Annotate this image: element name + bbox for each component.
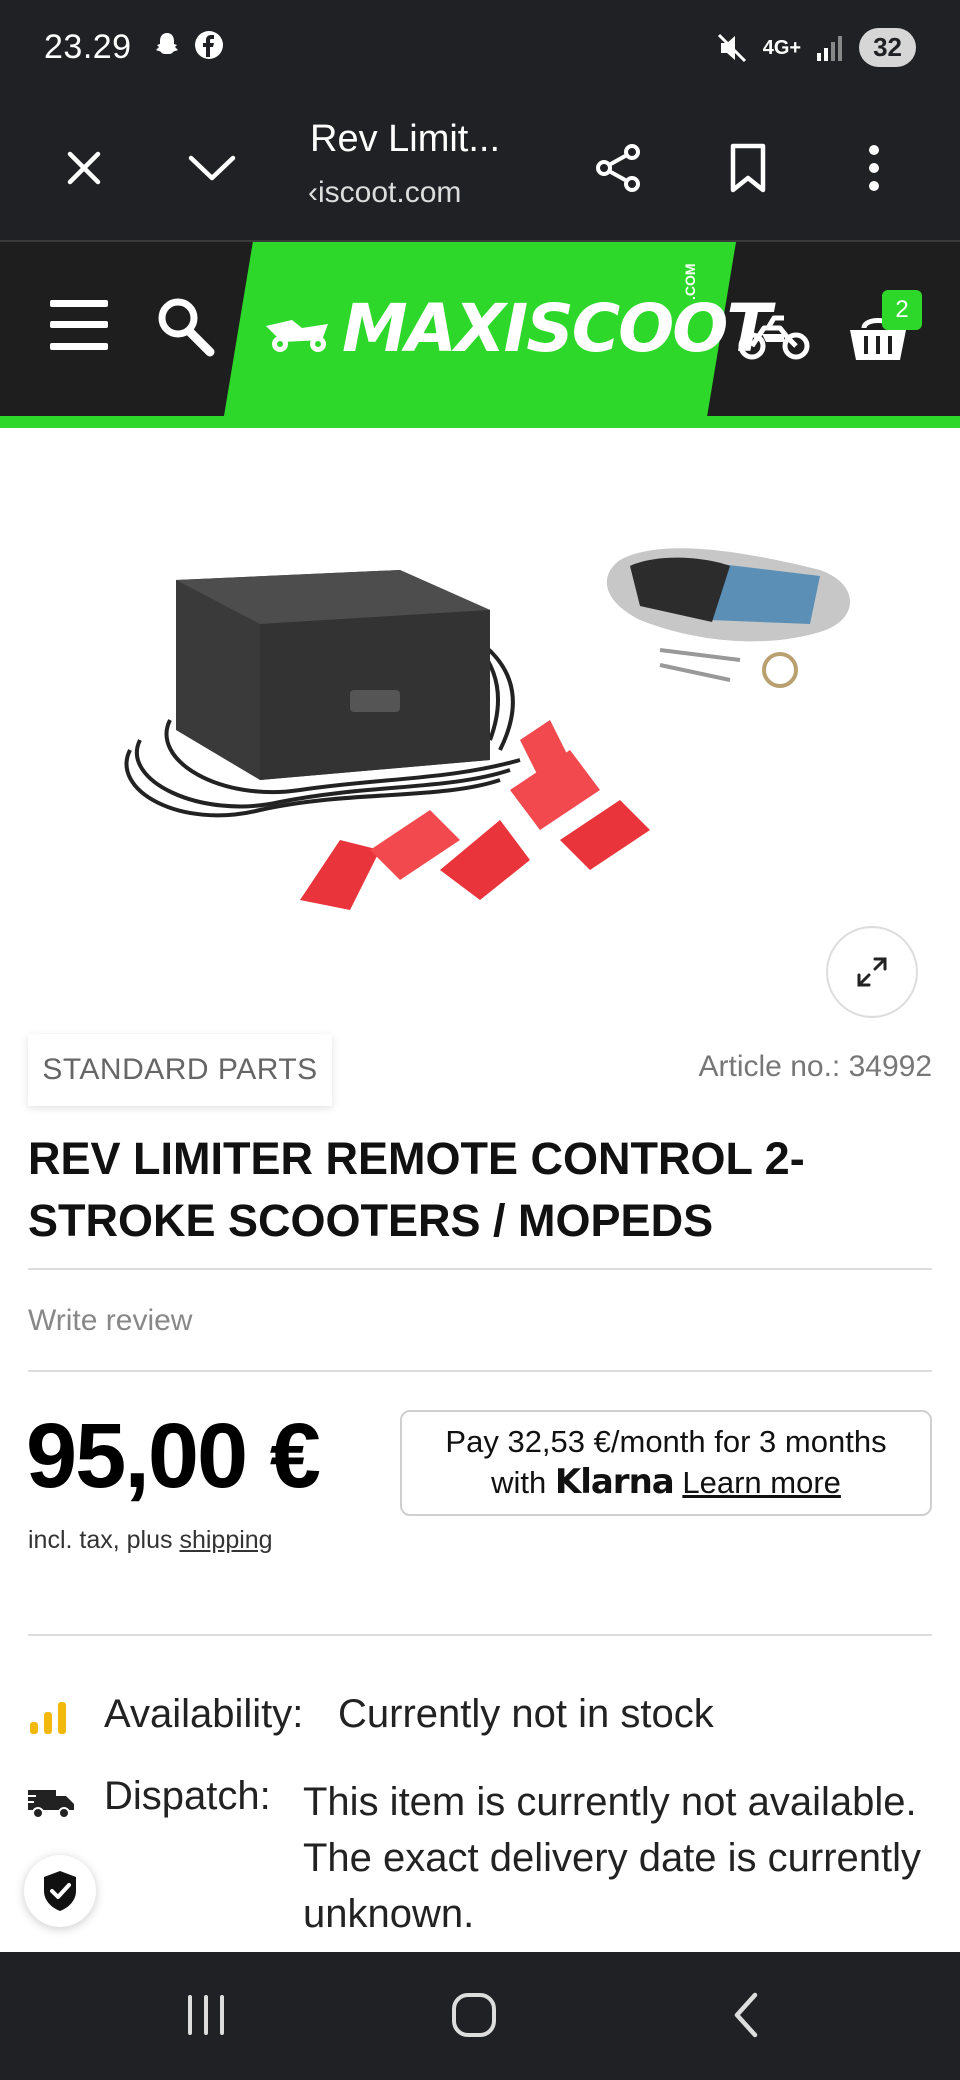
battery-level: 32 [859,28,916,67]
article-number: Article no.: 34992 [698,1050,932,1083]
home-button[interactable] [434,1982,514,2048]
system-navigation-bar [0,1952,960,2080]
klarna-offer-text: Pay 32,53 €/month for 3 months [445,1424,887,1459]
logo-suffix: .COM [682,263,698,300]
search-icon [158,298,215,357]
browser-toolbar: Rev Limit... ‹iscoot.com [0,96,960,242]
divider [28,1370,932,1372]
category-tag[interactable]: STANDARD PARTS [28,1034,332,1106]
dispatch-label: Dispatch: [104,1774,271,1818]
network-type: 4G+ [762,36,802,59]
availability-row [28,1692,70,1736]
klarna-learn-more-link[interactable]: Learn more [682,1465,841,1500]
bookmark-icon [730,143,766,193]
expand-icon [857,957,887,987]
write-review-link[interactable]: Write review [28,1304,192,1338]
status-time: 23.29 [44,28,132,66]
product-image[interactable] [100,540,880,970]
share-button[interactable] [586,136,650,200]
tab-title: Rev Limit... [310,118,501,160]
search-button[interactable] [156,296,216,363]
share-icon [596,144,640,192]
signal-icon [817,35,843,61]
menu-button[interactable] [48,298,110,357]
snapchat-icon [156,33,178,54]
tax-note: incl. tax, plus shipping [28,1526,273,1555]
dispatch-value: This item is currently not available. Th… [303,1780,922,1936]
divider [28,1634,932,1636]
home-icon [452,1993,496,2037]
chevron-down-icon [188,155,236,181]
more-options-button[interactable] [842,136,906,200]
shield-check-icon [44,1871,76,1911]
back-icon [734,1992,758,2038]
product-title: REV LIMITER REMOTE CONTROL 2-STROKE SCOO… [28,1133,805,1246]
recent-apps-button[interactable] [166,1982,246,2048]
mute-icon [717,33,746,62]
back-button[interactable] [706,1982,786,2048]
close-tab-button[interactable] [52,136,116,200]
trusted-shop-badge[interactable] [24,1855,96,1927]
bookmark-button[interactable] [716,136,780,200]
klarna-logo: Klarna [554,1462,675,1502]
minimize-button[interactable] [180,136,244,200]
availability-bars-icon [30,1702,66,1734]
more-vert-icon [869,145,879,191]
tab-url: ‹iscoot.com [308,176,462,209]
site-logo[interactable]: MAXISCOOT [342,290,771,367]
recent-apps-icon [188,1995,224,2035]
hamburger-icon [50,300,108,350]
status-bar: 23.29 4G+ 32 [0,0,960,96]
klarna-financing-box: Pay 32,53 €/month for 3 months with Klar… [400,1410,932,1516]
vehicle-select-button[interactable] [738,312,810,365]
delivery-truck-icon [26,1790,74,1819]
availability-value: Currently not in stock [338,1692,714,1736]
status-system-icons: 4G+ 32 [715,28,916,67]
close-icon [67,151,101,185]
divider [28,1268,932,1270]
motorbike-icon [738,315,810,360]
klarna-with-text: with [491,1465,555,1500]
availability-label: Availability: [104,1692,304,1736]
cart-count-badge: 2 [882,290,922,330]
product-price: 95,00 € [26,1405,321,1507]
image-zoom-button[interactable] [826,926,918,1018]
tax-note-text: incl. tax, plus [28,1526,180,1554]
klarna-line2: with Klarna Learn more [402,1462,930,1503]
status-notification-icons [152,30,224,60]
shipping-link[interactable]: shipping [179,1526,272,1554]
logo-scooter-icon [266,320,328,352]
facebook-icon [195,31,223,59]
